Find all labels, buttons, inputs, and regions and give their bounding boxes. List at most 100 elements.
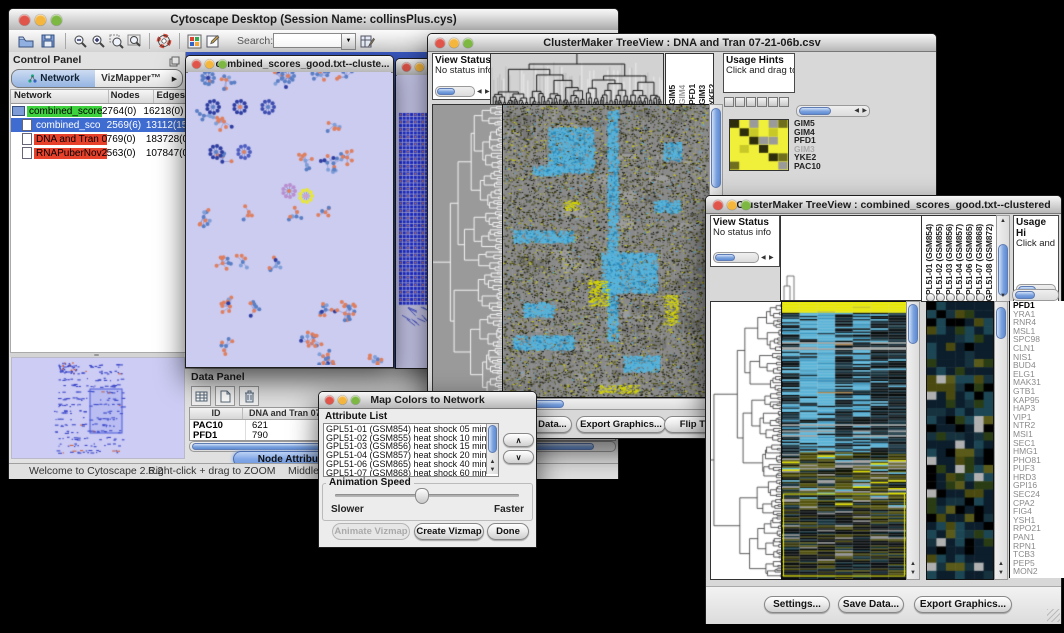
zoom-column-label[interactable]: PFD1 xyxy=(687,84,697,105)
minimize-button[interactable] xyxy=(449,38,459,48)
col-nodes[interactable]: Nodes xyxy=(109,90,155,103)
zoom-tool-icon[interactable] xyxy=(779,97,789,107)
search-input[interactable] xyxy=(273,33,343,48)
tv2-gene-list[interactable]: PFD1YRA1RNR4MSL1SPC98CLN1NIS1BUD4ELG1MAK… xyxy=(1009,301,1064,578)
create-vizmap-button[interactable]: Create Vizmap xyxy=(414,523,484,540)
dialog-titlebar[interactable]: Map Colors to Network xyxy=(319,392,536,409)
zoom-column-label[interactable]: GIM5 xyxy=(667,85,677,105)
network-table-row[interactable]: RNAPuberNov2+563(0)107847(0) xyxy=(11,146,185,160)
zoom-column-label[interactable]: YKE2 xyxy=(707,84,714,105)
tv2-global-vscrollbar[interactable]: ▲▼ xyxy=(906,301,920,580)
network-table-row[interactable]: combined_sco2569(6)13112(15) xyxy=(11,118,185,132)
minimize-button[interactable] xyxy=(338,396,347,405)
close-button[interactable] xyxy=(19,14,30,25)
zoom-tool-icon[interactable] xyxy=(768,97,778,107)
tv2-gene-hscrollbar[interactable] xyxy=(1012,289,1059,301)
settings-button[interactable]: Settings... xyxy=(764,596,830,613)
zoom-row-label[interactable]: PAC10 xyxy=(794,162,839,171)
tv1-titlebar[interactable]: ClusterMaker TreeView : DNA and Tran 07-… xyxy=(428,34,936,52)
tv1-zoom-hscrollbar[interactable]: ◀▶ xyxy=(796,105,870,117)
tv2-column-dendrogram[interactable] xyxy=(780,215,922,301)
zoom-button[interactable] xyxy=(741,200,751,210)
tv2-row-dendrogram[interactable] xyxy=(710,301,783,580)
view-status-scrollbar[interactable] xyxy=(713,252,759,263)
zoom-column-label[interactable]: GIM4 xyxy=(677,85,687,105)
zoom-button[interactable] xyxy=(218,60,227,69)
view-status-scrollbar[interactable] xyxy=(435,86,475,97)
tv2-titlebar[interactable]: ClusterMaker TreeView : combined_scores_… xyxy=(706,196,1061,214)
close-button[interactable] xyxy=(713,200,723,210)
export-graphics-button[interactable]: Export Graphics... xyxy=(576,416,666,433)
close-button[interactable] xyxy=(192,60,201,69)
save-data-button[interactable]: Save Data... xyxy=(838,596,904,613)
minimize-button[interactable] xyxy=(727,200,737,210)
minimize-button[interactable] xyxy=(35,14,46,25)
tv2-zoom-toolbar-icons[interactable] xyxy=(926,289,994,299)
zoom-selected-icon[interactable] xyxy=(107,32,125,50)
network-table-row[interactable]: DNA and Tran 07769(0)183728(0) xyxy=(11,132,185,146)
annotation-icon[interactable] xyxy=(205,32,223,50)
tv2-labels-vscrollbar[interactable]: ▲▼ xyxy=(996,215,1010,302)
zoom-in-icon[interactable] xyxy=(89,32,107,50)
open-file-icon[interactable] xyxy=(17,32,35,50)
help-lifesaver-icon[interactable] xyxy=(155,32,173,50)
scroll-left-arrow[interactable]: ◀ xyxy=(761,255,766,261)
animation-slider-thumb[interactable] xyxy=(415,488,429,504)
tv2-global-heatmap[interactable] xyxy=(781,301,907,580)
resize-grip[interactable] xyxy=(1047,609,1060,622)
tv1-column-dendrogram[interactable] xyxy=(490,53,664,105)
gene-list-item[interactable]: MON2 xyxy=(1013,567,1064,576)
zoom-out-icon[interactable] xyxy=(71,32,89,50)
move-down-button[interactable]: ∨ xyxy=(503,450,534,464)
table-mode-icon[interactable] xyxy=(191,386,211,406)
scroll-right-arrow[interactable]: ▶ xyxy=(769,255,774,261)
netview1-titlebar[interactable]: combined_scores_good.txt--cluste... xyxy=(186,56,393,73)
vizmapper-icon[interactable] xyxy=(185,32,203,50)
scroll-right-arrow[interactable]: ▶ xyxy=(485,89,490,95)
tv1-row-dendrogram[interactable] xyxy=(432,104,503,398)
tab-overflow-arrow[interactable]: ▶ xyxy=(167,69,183,88)
zoom-tool-icon[interactable] xyxy=(724,97,734,107)
attribute-list-item[interactable]: GPL51-07 (GSM868) heat shock 60 min xyxy=(324,469,486,477)
minimize-button[interactable] xyxy=(415,63,424,72)
network-overview-canvas[interactable] xyxy=(11,357,185,459)
export-graphics-button[interactable]: Export Graphics... xyxy=(914,596,1012,613)
zoom-button[interactable] xyxy=(463,38,473,48)
scroll-left-arrow[interactable]: ◀ xyxy=(477,89,482,95)
col-network[interactable]: Network xyxy=(11,90,109,103)
close-button[interactable] xyxy=(402,63,411,72)
zoom-column-label[interactable]: GIM3 xyxy=(697,85,707,105)
attr-col-id[interactable]: ID xyxy=(190,408,243,419)
move-up-button[interactable]: ∧ xyxy=(503,433,534,447)
minimize-button[interactable] xyxy=(205,60,214,69)
search-dropdown-arrow[interactable]: ▼ xyxy=(341,33,356,50)
close-button[interactable] xyxy=(325,396,334,405)
attribute-batch-icon[interactable] xyxy=(359,32,377,50)
usage-hints-message: Click and drag to xyxy=(724,66,794,76)
done-button[interactable]: Done xyxy=(487,523,529,540)
zoom-tool-icon[interactable] xyxy=(746,97,756,107)
network-canvas-1[interactable] xyxy=(188,72,391,365)
tv1-global-heatmap[interactable] xyxy=(502,104,710,398)
network-table-row[interactable]: combined_scores_2764(0)16218(0) xyxy=(11,104,185,118)
col-edges[interactable]: Edges xyxy=(154,90,185,103)
tv2-zoom-vscrollbar[interactable]: ▲▼ xyxy=(994,301,1008,580)
tv1-zoom-heatmap[interactable] xyxy=(729,119,789,171)
tab-vizmapper[interactable]: VizMapper™ xyxy=(95,69,168,88)
zoom-tool-icon[interactable] xyxy=(757,97,767,107)
view-status-message: No status info xyxy=(711,228,779,238)
new-attribute-icon[interactable] xyxy=(215,386,235,406)
tv1-zoom-toolbar-icons[interactable] xyxy=(724,94,794,104)
zoom-button[interactable] xyxy=(51,14,62,25)
save-icon[interactable] xyxy=(39,32,57,50)
attribute-listbox[interactable]: GPL51-01 (GSM854) heat shock 05 minGPL51… xyxy=(323,423,499,477)
zoom-fit-icon[interactable] xyxy=(125,32,143,50)
zoom-tool-icon[interactable] xyxy=(735,97,745,107)
main-titlebar[interactable]: Cytoscape Desktop (Session Name: collins… xyxy=(9,9,618,31)
close-button[interactable] xyxy=(435,38,445,48)
tv2-zoom-heatmap[interactable] xyxy=(926,301,994,580)
tab-network[interactable]: Network xyxy=(11,69,97,88)
attribute-list-vscrollbar[interactable]: ▲▼ xyxy=(486,424,498,474)
zoom-button[interactable] xyxy=(351,396,360,405)
delete-attribute-trash-icon[interactable] xyxy=(239,386,259,406)
